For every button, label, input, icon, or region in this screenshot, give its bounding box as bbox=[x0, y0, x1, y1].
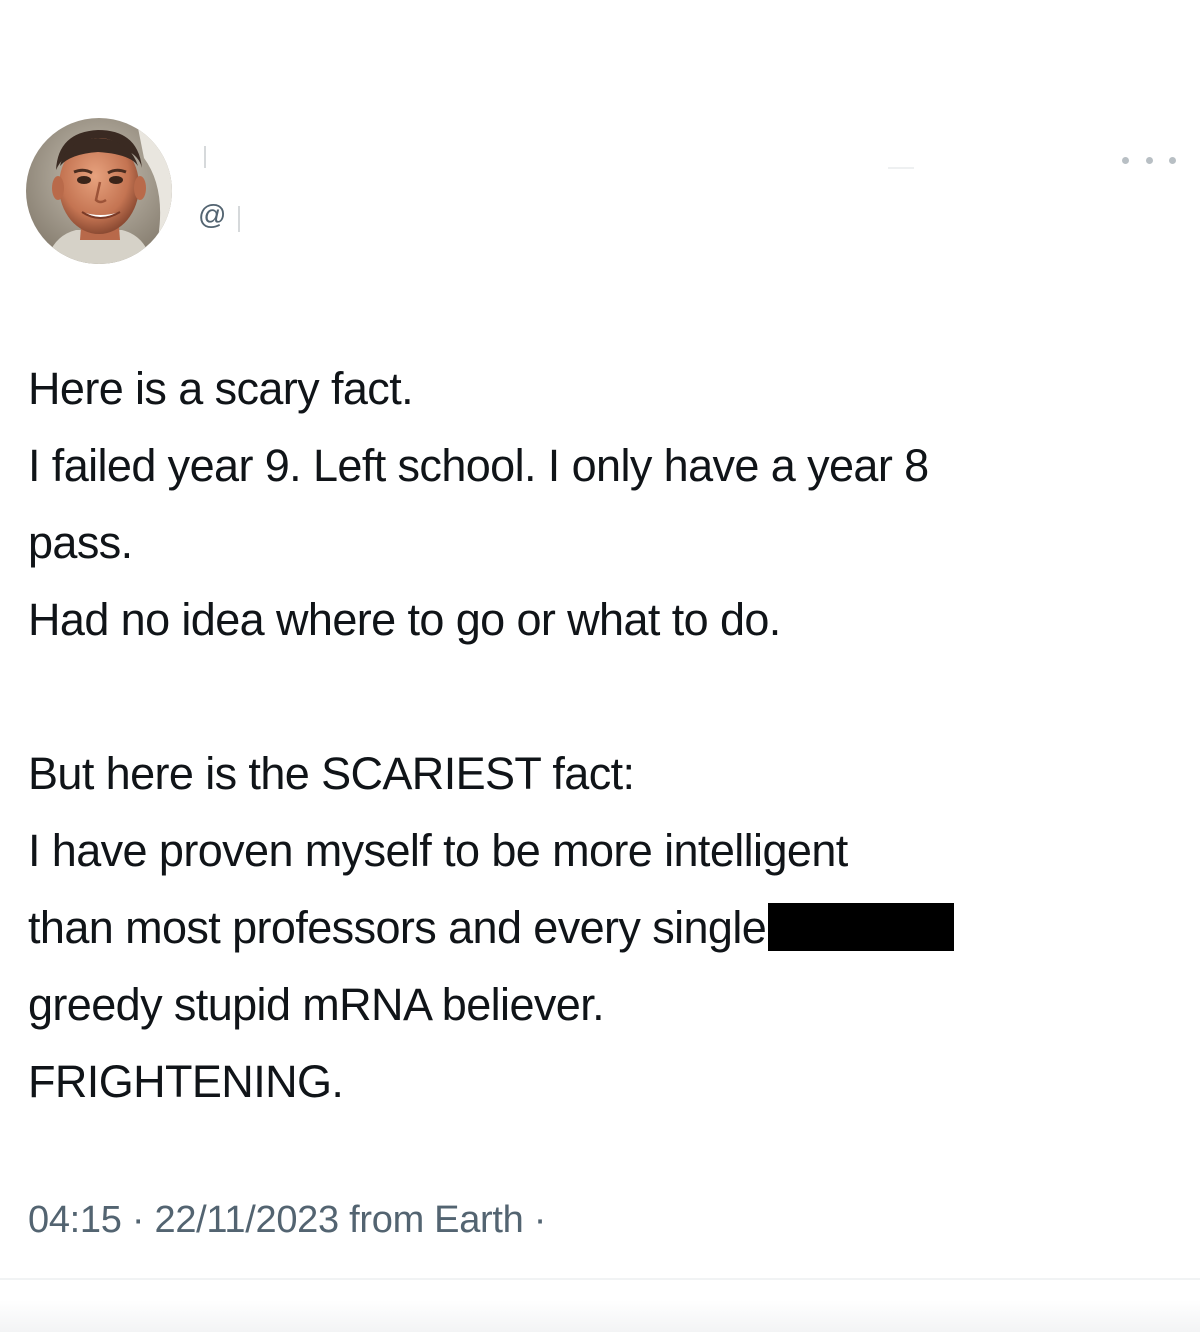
tweet-card: @ Here is a scary fact. I failed year 9.… bbox=[0, 0, 1200, 1332]
tweet-text-line-redacted: than most professors and every single bbox=[28, 889, 1178, 966]
dot-icon bbox=[1145, 156, 1153, 164]
tweet-metadata: 04:15 · 22/11/2023 from Earth · bbox=[28, 1196, 546, 1244]
tweet-text-line: Had no idea where to go or what to do. bbox=[28, 594, 781, 645]
handle-redaction bbox=[238, 206, 240, 232]
tweet-text-line: FRIGHTENING. bbox=[28, 1056, 344, 1107]
dot-icon bbox=[1169, 156, 1176, 164]
bottom-edge bbox=[0, 1300, 1200, 1332]
tweet-text-line: I have proven myself to be more intellig… bbox=[28, 825, 848, 876]
user-handle[interactable]: @ bbox=[198, 201, 226, 229]
redaction-block bbox=[768, 903, 955, 951]
user-avatar-photo-icon bbox=[26, 118, 172, 264]
tweet-date[interactable]: 22/11/2023 bbox=[154, 1199, 339, 1241]
tweet-text-line: Here is a scary fact. bbox=[28, 363, 414, 414]
dot-icon bbox=[1122, 156, 1129, 164]
avatar[interactable] bbox=[26, 118, 172, 264]
tweet-source: from Earth bbox=[349, 1199, 524, 1241]
divider bbox=[0, 1278, 1200, 1280]
more-options-icon[interactable] bbox=[1122, 150, 1176, 170]
divider-mark bbox=[888, 167, 914, 169]
tweet-text-line: But here is the SCARIEST fact: bbox=[28, 748, 635, 799]
tweet-text-line: greedy stupid mRNA believer. bbox=[28, 979, 605, 1030]
tweet-time[interactable]: 04:15 bbox=[28, 1199, 122, 1241]
separator: · bbox=[533, 1199, 547, 1241]
separator: · bbox=[131, 1199, 145, 1241]
tweet-text: Here is a scary fact. I failed year 9. L… bbox=[28, 350, 1178, 1120]
tweet-text-line: pass. bbox=[28, 517, 133, 568]
tweet-text-line: I failed year 9. Left school. I only hav… bbox=[28, 440, 929, 491]
tweet-text-fragment: than most professors and every single bbox=[28, 902, 767, 953]
display-name[interactable] bbox=[204, 146, 206, 168]
